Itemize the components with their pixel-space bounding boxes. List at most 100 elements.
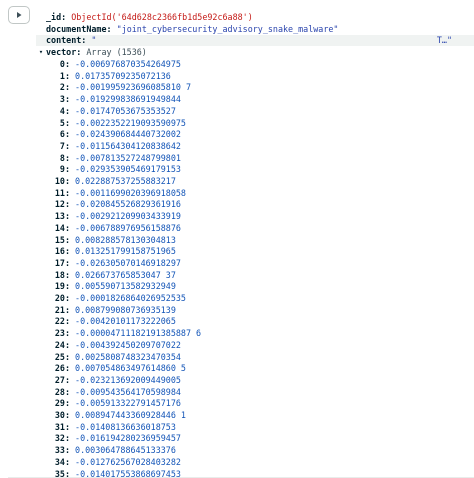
vector-item: 34: -0.012762567028403282 [54, 457, 181, 468]
vector-item-index: 8: [59, 152, 70, 163]
vector-item-index: 23: [54, 328, 70, 339]
vector-item-value: -0.0011699020396918058 [75, 187, 186, 198]
vector-item: 29: -0.005913322791457176 [54, 398, 181, 409]
vector-item: 10: 0.022887537255883217 [54, 176, 176, 187]
vector-item-value: -0.016194280236959457 [75, 433, 181, 444]
vector-item-value: -0.026305070146918297 [75, 257, 181, 268]
vector-item: 24: -0.004392450209707022 [54, 340, 181, 351]
vector-item: 15: 0.008288578130304813 [54, 235, 176, 246]
vector-item-value: -0.0001826864026952535 [75, 293, 186, 303]
vector-item-value: -0.009543564170598984 [75, 386, 181, 397]
vector-item: 25: 0.0025808748323470354 [54, 352, 181, 363]
vector-item: 18: 0.026673765853047 37 [54, 270, 176, 281]
vector-item-index: 9: [59, 164, 70, 175]
vector-item: 20: -0.0001826864026952535 [54, 293, 186, 304]
vector-item-index: 4: [59, 105, 70, 116]
vector-item-index: 29: [54, 398, 70, 409]
vector-item-value: 0.003064788645133376 [75, 445, 176, 456]
vector-item: 22: -0.00420101173222065 [54, 316, 176, 327]
vector-item: 12: -0.020845526829361916 [54, 199, 181, 210]
vector-item-index: 7: [59, 140, 70, 151]
vector-item-index: 15: [54, 234, 70, 245]
vector-item: 32: -0.016194280236959457 [54, 433, 181, 444]
vector-item-index: 10: [54, 176, 70, 186]
vector-key: vector: [46, 47, 82, 57]
vector-item-value: 0.008947443360928446 1 [75, 410, 186, 420]
vector-item: 17: -0.026305070146918297 [54, 258, 181, 269]
vector-item: 30: 0.008947443360928446 1 [54, 410, 186, 421]
vector-item: 11: -0.0011699020396918058 [54, 188, 186, 199]
vector-field[interactable]: ▾ vector: Array (1536) [39, 47, 147, 58]
vector-item: 31: -0.01408136636018753 [54, 422, 176, 433]
content-truncated-tail[interactable]: T…" [437, 35, 452, 45]
vector-item: 16: 0.013251799158751965 [54, 246, 176, 257]
vector-item-index: 1: [59, 70, 70, 81]
vector-item-value: 0.013251799158751965 [75, 246, 176, 257]
vector-item: 28: -0.009543564170598984 [54, 387, 181, 398]
vector-item-value: 0.007054863497614860 5 [75, 363, 186, 374]
vector-item-value: 0.026673765853047 37 [75, 269, 176, 280]
vector-item-index: 6: [59, 129, 70, 140]
vector-item: 2: -0.001995923696085810 7 [54, 82, 191, 93]
vector-item-value: 0.01735709235072136 [75, 70, 171, 81]
document-view: _id: ObjectId('64d628c2366fb1d5e92c6a88'… [36, 0, 474, 478]
vector-item-value: -0.029353905469179153 [75, 164, 181, 175]
vector-item-index: 31: [54, 421, 70, 432]
vector-item: 21: 0.008799080736935139 [54, 305, 176, 316]
vector-type: Array (1536) [86, 47, 147, 57]
vector-item-value: -0.012762567028403282 [75, 456, 181, 467]
vector-item: 5: -0.0022352219093590975 [54, 118, 186, 129]
vector-item-value: 0.008288578130304813 [75, 234, 176, 245]
vector-item: 33: 0.003064788645133376 [54, 445, 176, 456]
vector-item-index: 0: [59, 59, 70, 69]
vector-item-value: -0.001995923696085810 7 [75, 82, 192, 93]
id-key: _id: [46, 12, 67, 22]
vector-item-index: 33: [54, 445, 70, 456]
vector-item-index: 22: [54, 316, 70, 327]
vector-item: 3: -0.019299838691949844 [54, 94, 181, 105]
vector-item: 1: 0.01735709235072136 [54, 71, 171, 82]
vector-item-value: -0.006788976956158876 [75, 222, 181, 233]
vector-item-index: 18: [54, 269, 70, 280]
vector-item-value: -0.004392450209707022 [75, 339, 181, 350]
content-key: content: [46, 35, 87, 45]
vector-item-index: 27: [54, 374, 70, 385]
vector-item-value: -0.011564304120838642 [75, 140, 181, 151]
vector-item-value: 0.0025808748323470354 [75, 351, 181, 362]
vector-item-index: 12: [54, 199, 70, 210]
vector-item-index: 34: [54, 456, 70, 467]
vector-item-index: 32: [54, 433, 70, 444]
vector-item: 13: -0.002921209903433919 [54, 211, 181, 222]
vector-item: 26: 0.007054863497614860 5 [54, 363, 186, 374]
vector-item-index: 13: [54, 211, 70, 222]
vector-item: 14: -0.006788976956158876 [54, 223, 181, 234]
vector-item: 8: -0.007813527248799801 [54, 153, 181, 164]
vector-item: 23: -0.00004711182191385887 6 [54, 328, 201, 339]
vector-item: 9: -0.029353905469179153 [54, 164, 181, 175]
vector-item: 7: -0.011564304120838642 [54, 141, 181, 152]
vector-item: 27: -0.023213692009449005 [54, 375, 181, 386]
vector-item-value: -0.002921209903433919 [75, 211, 181, 222]
vector-item-value: -0.01747053675353527 [75, 105, 176, 116]
vector-item-value: -0.0022352219093590975 [75, 117, 186, 128]
vector-item-value: -0.020845526829361916 [75, 199, 181, 210]
vector-item-index: 26: [54, 363, 70, 374]
vector-item-index: 21: [54, 304, 70, 315]
vector-item-value: -0.01408136636018753 [75, 421, 176, 432]
vector-item-index: 14: [54, 222, 70, 233]
vector-item-value: -0.023213692009449005 [75, 374, 181, 385]
document-name-value: "joint_cybersecurity_advisory_snake_malw… [116, 24, 339, 34]
vector-item-index: 25: [54, 351, 70, 362]
content-field-row[interactable]: content: " T…" [36, 35, 474, 46]
caret-down-icon[interactable]: ▾ [37, 47, 45, 58]
id-field: _id: ObjectId('64d628c2366fb1d5e92c6a88'… [46, 12, 253, 23]
expand-document-button[interactable] [8, 6, 30, 24]
vector-item-index: 2: [59, 82, 70, 93]
vector-item-index: 3: [59, 94, 70, 105]
vector-item-index: 20: [54, 293, 70, 303]
vector-item-index: 24: [54, 339, 70, 350]
vector-item-value: -0.006976870354264975 [75, 59, 181, 69]
vector-item-value: 0.022887537255883217 [75, 176, 176, 186]
vector-item-value: 0.005590713582932949 [75, 281, 176, 292]
vector-item-value: -0.007813527248799801 [75, 152, 181, 163]
